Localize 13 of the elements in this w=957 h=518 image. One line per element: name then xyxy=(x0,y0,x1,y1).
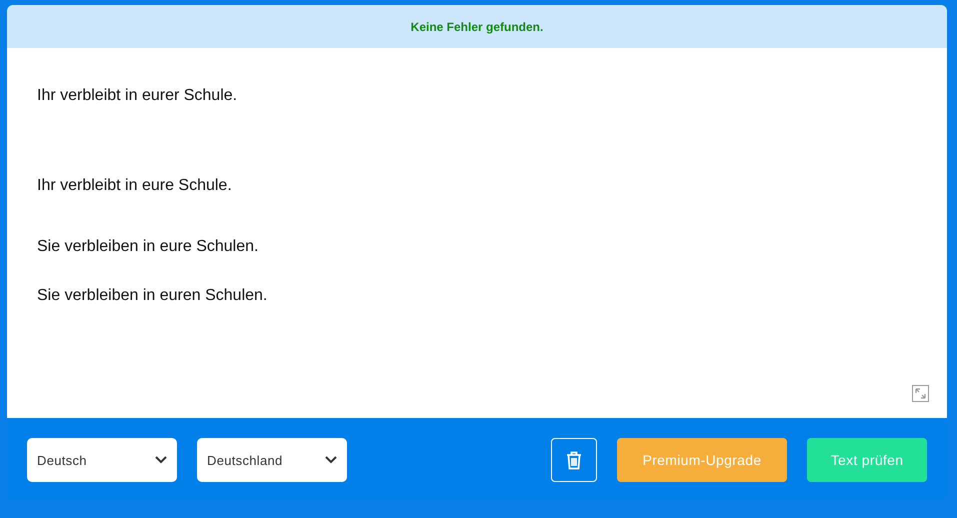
text-line: Ihr verbleibt in eure Schule. xyxy=(37,177,232,194)
region-select[interactable]: Deutschland xyxy=(197,438,347,482)
text-editor[interactable]: Ihr verbleibt in eurer Schule. Ihr verbleibt in eure Schule. Sie verbleiben in eure Schulen. Sie verbleiben in euren Schulen. xyxy=(7,48,947,418)
text-line: Ihr verbleibt in eurer Schule. xyxy=(37,87,238,104)
chevron-down-icon xyxy=(325,456,337,464)
language-select[interactable]: Deutsch xyxy=(27,438,177,482)
text-line: Sie verbleiben in euren Schulen. xyxy=(37,287,268,304)
text-line: Sie verbleiben in eure Schulen. xyxy=(37,238,258,255)
delete-button[interactable] xyxy=(551,438,597,482)
trash-icon xyxy=(566,450,582,470)
status-message: Keine Fehler gefunden. xyxy=(410,20,544,34)
expand-icon[interactable] xyxy=(912,385,929,402)
chevron-down-icon xyxy=(155,456,167,464)
